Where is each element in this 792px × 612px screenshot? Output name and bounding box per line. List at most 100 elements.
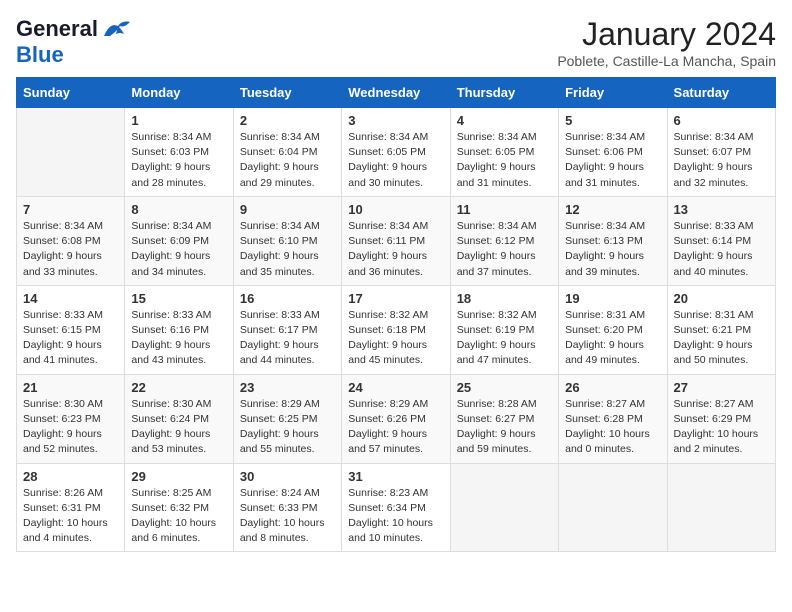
calendar-cell: 4 Sunrise: 8:34 AM Sunset: 6:05 PM Daylig…	[450, 108, 558, 197]
day-number: 11	[457, 202, 552, 217]
day-info: Sunrise: 8:29 AM Sunset: 6:26 PM Dayligh…	[348, 397, 443, 458]
day-number: 22	[131, 380, 226, 395]
header-sunday: Sunday	[17, 78, 125, 108]
calendar-week-4: 21 Sunrise: 8:30 AM Sunset: 6:23 PM Dayli…	[17, 374, 776, 463]
day-number: 17	[348, 291, 443, 306]
logo-blue-text: Blue	[16, 42, 64, 68]
calendar-cell	[450, 463, 558, 552]
day-number: 29	[131, 469, 226, 484]
day-number: 24	[348, 380, 443, 395]
day-info: Sunrise: 8:34 AM Sunset: 6:07 PM Dayligh…	[674, 130, 769, 191]
header-wednesday: Wednesday	[342, 78, 450, 108]
calendar-cell: 1 Sunrise: 8:34 AM Sunset: 6:03 PM Daylig…	[125, 108, 233, 197]
calendar-cell: 25Sunrise: 8:28 AM Sunset: 6:27 PM Dayli…	[450, 374, 558, 463]
calendar-cell: 26 Sunrise: 8:27 AM Sunset: 6:28 PM Dayli…	[559, 374, 667, 463]
day-number: 1	[131, 113, 226, 128]
day-info: Sunrise: 8:34 AM Sunset: 6:05 PM Dayligh…	[457, 130, 552, 191]
calendar-cell: 21 Sunrise: 8:30 AM Sunset: 6:23 PM Dayli…	[17, 374, 125, 463]
calendar-cell: 9Sunrise: 8:34 AM Sunset: 6:10 PM Daylig…	[233, 196, 341, 285]
location-text: Poblete, Castille-La Mancha, Spain	[557, 53, 776, 69]
calendar-cell: 20 Sunrise: 8:31 AM Sunset: 6:21 PM Dayli…	[667, 285, 775, 374]
calendar-cell: 19Sunrise: 8:31 AM Sunset: 6:20 PM Dayli…	[559, 285, 667, 374]
day-info: Sunrise: 8:32 AM Sunset: 6:19 PM Dayligh…	[457, 308, 552, 369]
day-info: Sunrise: 8:27 AM Sunset: 6:28 PM Dayligh…	[565, 397, 660, 458]
calendar-week-5: 28Sunrise: 8:26 AM Sunset: 6:31 PM Dayli…	[17, 463, 776, 552]
header-saturday: Saturday	[667, 78, 775, 108]
day-number: 18	[457, 291, 552, 306]
calendar-table: SundayMondayTuesdayWednesdayThursdayFrid…	[16, 77, 776, 552]
day-number: 20	[674, 291, 769, 306]
day-info: Sunrise: 8:32 AM Sunset: 6:18 PM Dayligh…	[348, 308, 443, 369]
calendar-cell: 8Sunrise: 8:34 AM Sunset: 6:09 PM Daylig…	[125, 196, 233, 285]
day-info: Sunrise: 8:34 AM Sunset: 6:11 PM Dayligh…	[348, 219, 443, 280]
calendar-cell: 13 Sunrise: 8:33 AM Sunset: 6:14 PM Dayli…	[667, 196, 775, 285]
calendar-cell: 17 Sunrise: 8:32 AM Sunset: 6:18 PM Dayli…	[342, 285, 450, 374]
day-info: Sunrise: 8:33 AM Sunset: 6:17 PM Dayligh…	[240, 308, 335, 369]
logo: General Blue	[16, 16, 132, 68]
day-info: Sunrise: 8:34 AM Sunset: 6:13 PM Dayligh…	[565, 219, 660, 280]
day-number: 23	[240, 380, 335, 395]
day-info: Sunrise: 8:24 AM Sunset: 6:33 PM Dayligh…	[240, 486, 335, 547]
day-info: Sunrise: 8:25 AM Sunset: 6:32 PM Dayligh…	[131, 486, 226, 547]
calendar-cell: 18 Sunrise: 8:32 AM Sunset: 6:19 PM Dayli…	[450, 285, 558, 374]
logo-bird-icon	[102, 18, 132, 40]
day-info: Sunrise: 8:31 AM Sunset: 6:20 PM Dayligh…	[565, 308, 660, 369]
day-number: 14	[23, 291, 118, 306]
day-info: Sunrise: 8:33 AM Sunset: 6:14 PM Dayligh…	[674, 219, 769, 280]
day-number: 13	[674, 202, 769, 217]
title-block: January 2024 Poblete, Castille-La Mancha…	[557, 16, 776, 69]
day-number: 4	[457, 113, 552, 128]
day-number: 10	[348, 202, 443, 217]
page-header: General Blue January 2024 Poblete, Casti…	[16, 16, 776, 69]
day-info: Sunrise: 8:33 AM Sunset: 6:16 PM Dayligh…	[131, 308, 226, 369]
day-number: 6	[674, 113, 769, 128]
calendar-cell: 11 Sunrise: 8:34 AM Sunset: 6:12 PM Dayli…	[450, 196, 558, 285]
day-number: 21	[23, 380, 118, 395]
day-info: Sunrise: 8:26 AM Sunset: 6:31 PM Dayligh…	[23, 486, 118, 547]
day-info: Sunrise: 8:34 AM Sunset: 6:05 PM Dayligh…	[348, 130, 443, 191]
header-monday: Monday	[125, 78, 233, 108]
day-info: Sunrise: 8:28 AM Sunset: 6:27 PM Dayligh…	[457, 397, 552, 458]
day-number: 8	[131, 202, 226, 217]
calendar-week-1: 1 Sunrise: 8:34 AM Sunset: 6:03 PM Daylig…	[17, 108, 776, 197]
calendar-cell: 6 Sunrise: 8:34 AM Sunset: 6:07 PM Daylig…	[667, 108, 775, 197]
calendar-cell: 22 Sunrise: 8:30 AM Sunset: 6:24 PM Dayli…	[125, 374, 233, 463]
calendar-cell: 30Sunrise: 8:24 AM Sunset: 6:33 PM Dayli…	[233, 463, 341, 552]
calendar-cell: 16 Sunrise: 8:33 AM Sunset: 6:17 PM Dayli…	[233, 285, 341, 374]
day-number: 31	[348, 469, 443, 484]
day-info: Sunrise: 8:30 AM Sunset: 6:24 PM Dayligh…	[131, 397, 226, 458]
day-info: Sunrise: 8:30 AM Sunset: 6:23 PM Dayligh…	[23, 397, 118, 458]
header-tuesday: Tuesday	[233, 78, 341, 108]
calendar-cell	[17, 108, 125, 197]
day-info: Sunrise: 8:23 AM Sunset: 6:34 PM Dayligh…	[348, 486, 443, 547]
day-number: 27	[674, 380, 769, 395]
header-friday: Friday	[559, 78, 667, 108]
day-info: Sunrise: 8:34 AM Sunset: 6:12 PM Dayligh…	[457, 219, 552, 280]
month-title: January 2024	[557, 16, 776, 53]
calendar-cell: 2Sunrise: 8:34 AM Sunset: 6:04 PM Daylig…	[233, 108, 341, 197]
day-info: Sunrise: 8:34 AM Sunset: 6:06 PM Dayligh…	[565, 130, 660, 191]
calendar-cell: 29 Sunrise: 8:25 AM Sunset: 6:32 PM Dayli…	[125, 463, 233, 552]
header-thursday: Thursday	[450, 78, 558, 108]
calendar-cell	[667, 463, 775, 552]
calendar-cell: 31 Sunrise: 8:23 AM Sunset: 6:34 PM Dayli…	[342, 463, 450, 552]
day-number: 26	[565, 380, 660, 395]
day-number: 16	[240, 291, 335, 306]
day-info: Sunrise: 8:29 AM Sunset: 6:25 PM Dayligh…	[240, 397, 335, 458]
day-number: 7	[23, 202, 118, 217]
day-number: 3	[348, 113, 443, 128]
day-info: Sunrise: 8:31 AM Sunset: 6:21 PM Dayligh…	[674, 308, 769, 369]
calendar-cell	[559, 463, 667, 552]
day-number: 12	[565, 202, 660, 217]
logo-general-text: General	[16, 16, 98, 42]
day-info: Sunrise: 8:33 AM Sunset: 6:15 PM Dayligh…	[23, 308, 118, 369]
day-info: Sunrise: 8:34 AM Sunset: 6:03 PM Dayligh…	[131, 130, 226, 191]
calendar-cell: 10 Sunrise: 8:34 AM Sunset: 6:11 PM Dayli…	[342, 196, 450, 285]
calendar-cell: 28Sunrise: 8:26 AM Sunset: 6:31 PM Dayli…	[17, 463, 125, 552]
day-number: 5	[565, 113, 660, 128]
calendar-week-3: 14 Sunrise: 8:33 AM Sunset: 6:15 PM Dayli…	[17, 285, 776, 374]
calendar-cell: 7Sunrise: 8:34 AM Sunset: 6:08 PM Daylig…	[17, 196, 125, 285]
calendar-header-row: SundayMondayTuesdayWednesdayThursdayFrid…	[17, 78, 776, 108]
calendar-cell: 15Sunrise: 8:33 AM Sunset: 6:16 PM Dayli…	[125, 285, 233, 374]
day-info: Sunrise: 8:34 AM Sunset: 6:04 PM Dayligh…	[240, 130, 335, 191]
